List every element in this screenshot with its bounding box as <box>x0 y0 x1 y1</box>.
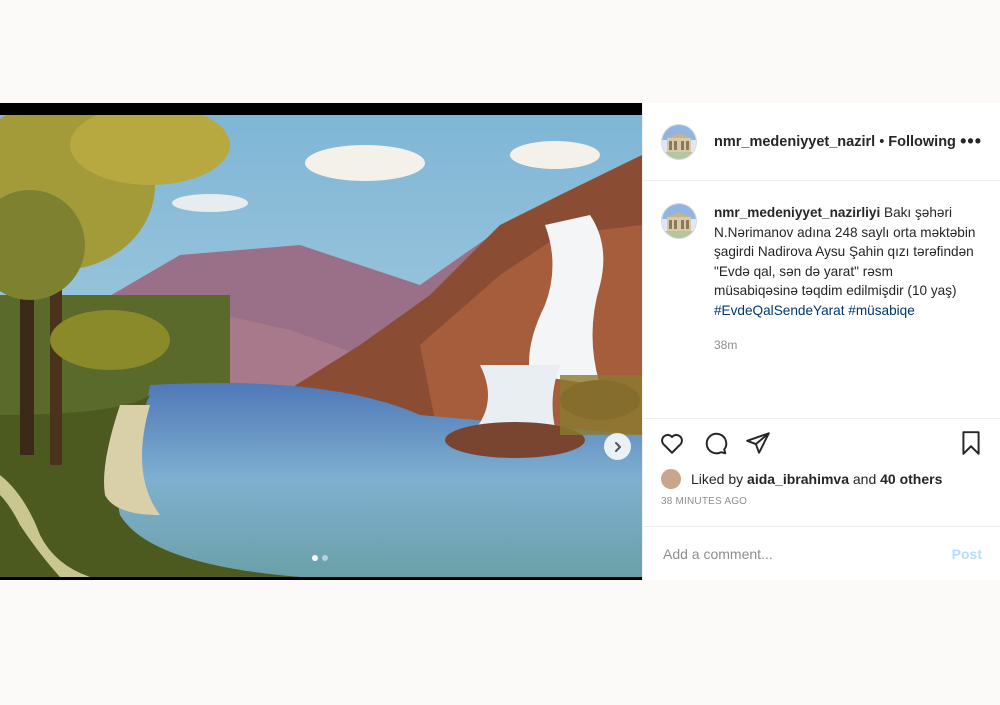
comment-form: Post <box>643 526 1000 580</box>
heart-icon[interactable] <box>659 430 685 456</box>
liker-username[interactable]: aida_ibrahimva <box>747 471 849 487</box>
caption-username[interactable]: nmr_medeniyyet_nazirliyi <box>714 205 880 220</box>
hashtag-link[interactable]: #EvdeQalSendeYarat <box>714 303 845 318</box>
caption-timestamp: 38m <box>714 338 738 352</box>
hashtag-link[interactable]: #müsabiqe <box>848 303 915 318</box>
post-media[interactable] <box>0 103 642 580</box>
likes-prefix: Liked by <box>691 471 744 487</box>
more-options-icon[interactable]: ••• <box>960 131 982 152</box>
landscape-painting-image <box>0 115 642 577</box>
building-icon <box>662 124 696 159</box>
next-image-button[interactable] <box>604 433 631 460</box>
avatar[interactable] <box>661 123 697 160</box>
likes-summary: Liked by aida_ibrahimva and 40 others <box>643 467 1000 491</box>
follow-status-button[interactable]: Following <box>888 134 956 150</box>
comment-icon[interactable] <box>702 430 728 456</box>
caption-section: nmr_medeniyyet_nazirliyi Bakı şəhəri N.N… <box>643 181 1000 419</box>
header-username[interactable]: nmr_medeniyyet_nazirl <box>714 134 875 150</box>
share-icon[interactable] <box>745 430 771 456</box>
bookmark-icon[interactable] <box>958 430 984 456</box>
carousel-dot <box>312 555 318 561</box>
liker-avatar[interactable] <box>661 469 681 489</box>
header-separator: • <box>879 133 885 150</box>
post-timestamp: 38 MINUTES AGO <box>661 496 748 507</box>
comment-input[interactable] <box>661 544 952 563</box>
post-header: nmr_medeniyyet_nazirl • Following ••• <box>643 103 1000 181</box>
likes-others-link[interactable]: 40 others <box>880 471 942 487</box>
caption: nmr_medeniyyet_nazirliyi Bakı şəhəri N.N… <box>714 203 976 418</box>
chevron-right-icon <box>614 441 621 452</box>
carousel-dot <box>322 555 328 561</box>
action-bar <box>643 419 1000 467</box>
post-details-panel: nmr_medeniyyet_nazirl • Following ••• nm… <box>642 103 1000 580</box>
likes-middle: and <box>852 471 877 487</box>
post: nmr_medeniyyet_nazirl • Following ••• nm… <box>0 103 1000 580</box>
carousel-indicator <box>312 555 328 561</box>
avatar[interactable] <box>661 203 697 239</box>
post-comment-button[interactable]: Post <box>952 546 982 562</box>
building-icon <box>662 204 696 238</box>
